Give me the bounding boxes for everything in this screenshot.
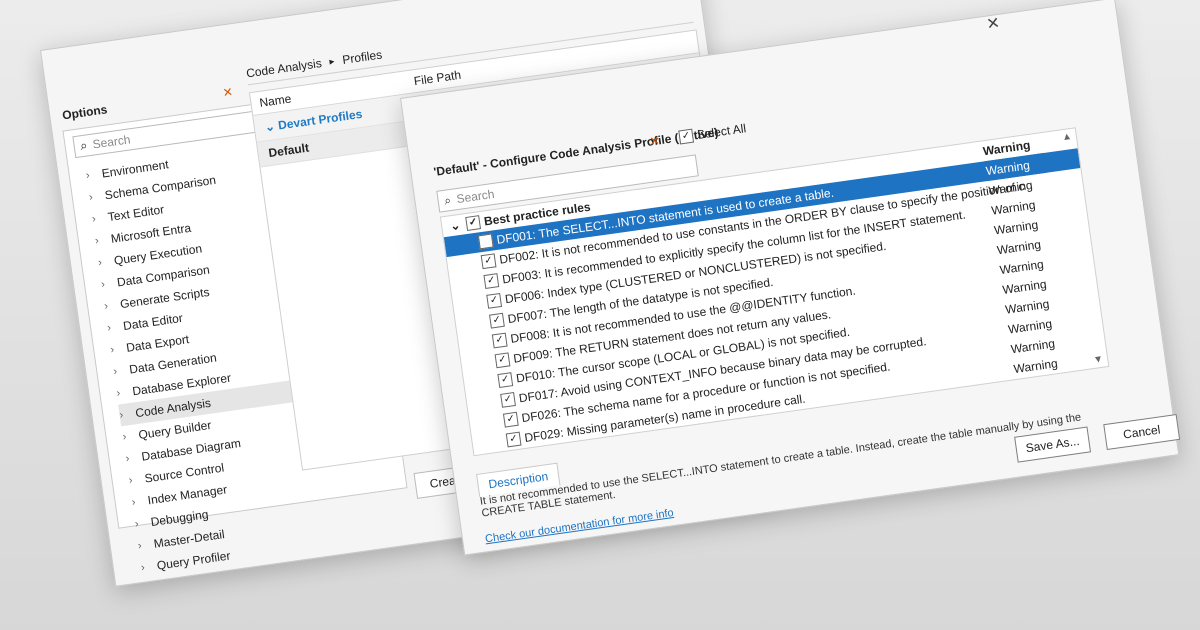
checkbox-icon[interactable]: ✓: [497, 372, 514, 388]
checkbox-icon[interactable]: ✓: [491, 332, 508, 349]
chevron-down-icon: ⌄: [263, 119, 276, 135]
close-icon[interactable]: ✕: [222, 85, 234, 100]
checkbox-icon[interactable]: ✓: [505, 431, 522, 448]
configure-profile-dialog: ✕ 'Default' - Configure Code Analysis Pr…: [400, 0, 1181, 556]
checkbox-icon[interactable]: ✓: [508, 451, 525, 457]
chevron-down-icon[interactable]: ⌄: [449, 215, 462, 236]
options-title: Options: [61, 102, 109, 123]
options-search-input[interactable]: Search: [92, 132, 132, 151]
checkbox-icon[interactable]: ✓: [477, 233, 494, 250]
chevron-right-icon: ▸: [328, 55, 336, 68]
checkbox-icon[interactable]: ✓: [465, 215, 482, 231]
checkbox-icon[interactable]: ✓: [486, 292, 503, 309]
breadcrumb-item[interactable]: Code Analysis: [245, 56, 322, 80]
checkbox-icon[interactable]: ✓: [502, 411, 519, 428]
checkbox-icon[interactable]: ✓: [500, 391, 516, 408]
checkbox-icon[interactable]: ✓: [494, 352, 511, 369]
checkbox-icon[interactable]: ✓: [483, 273, 500, 289]
breadcrumb-item[interactable]: Profiles: [341, 48, 383, 67]
select-all[interactable]: ✓ Select All: [678, 121, 747, 145]
select-all-label: Select All: [696, 121, 747, 142]
checkbox-icon[interactable]: ✓: [489, 312, 505, 329]
search-icon: ⌕: [443, 192, 452, 208]
search-icon: ⌕: [79, 137, 89, 154]
rules-search-input[interactable]: Search: [456, 187, 496, 206]
clear-icon[interactable]: ✕: [649, 133, 661, 148]
checkbox-icon[interactable]: ✓: [480, 253, 497, 270]
checkbox-icon[interactable]: ✓: [678, 128, 695, 145]
close-icon[interactable]: ✕: [985, 13, 1001, 35]
